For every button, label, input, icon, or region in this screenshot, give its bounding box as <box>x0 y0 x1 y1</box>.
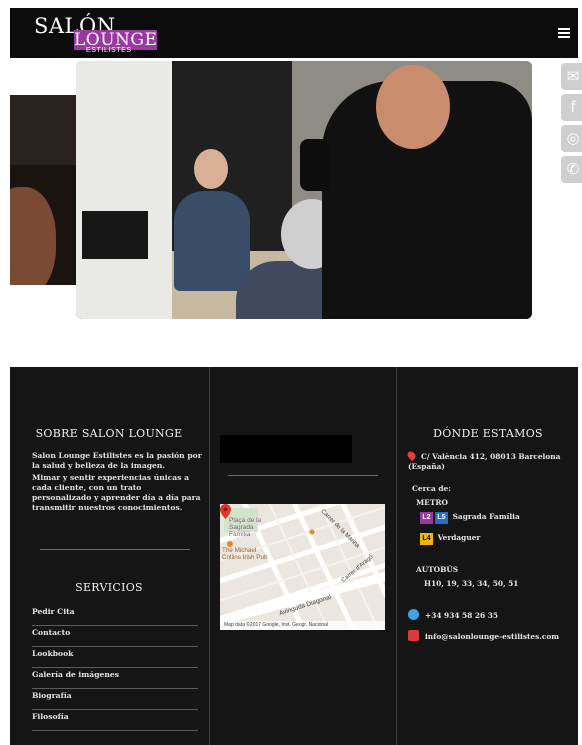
metro-l4-icon: L4 <box>420 533 433 545</box>
redacted-block <box>220 435 352 463</box>
metro-line-1: L2 L5 Sagrada Família <box>420 512 520 524</box>
divider <box>40 549 190 550</box>
phone-icon[interactable]: ✆ <box>561 156 582 183</box>
metro-station-2: Verdaguer <box>437 533 481 542</box>
seated-client-head <box>194 149 228 189</box>
services-link-lookbook[interactable]: Lookbook <box>32 647 198 668</box>
footer-location-column: DÓNDE ESTAMOS C/ València 412, 08013 Bar… <box>398 367 578 745</box>
map-marker-icon[interactable] <box>220 504 231 519</box>
salon-shelf <box>10 95 76 165</box>
carousel-active-slide[interactable] <box>76 61 532 319</box>
services-link-filosofia[interactable]: Filosofía <box>32 710 198 731</box>
near-label: Cerca de: <box>412 484 451 493</box>
menu-bar <box>558 32 570 34</box>
metro-label: METRO <box>416 498 448 507</box>
services-link-pedir-cita[interactable]: Pedir Cita <box>32 605 198 626</box>
bus-label: AUTOBÚS <box>416 565 459 574</box>
map-label-plaza: Plaça de la Sagrada Família <box>229 517 262 538</box>
social-side-bar: ✉ f ◎ ✆ <box>561 63 582 187</box>
email-row[interactable]: info@salonlounge-estilistes.com <box>408 630 559 642</box>
seated-client <box>174 191 250 291</box>
phone-icon <box>408 609 419 620</box>
email-address: info@salonlounge-estilistes.com <box>425 632 560 641</box>
slide-wall-left <box>76 61 172 319</box>
mail-icon[interactable]: ✉ <box>561 63 582 90</box>
site-logo[interactable]: SALÓN LOUNGE ESTILISTES <box>34 12 158 54</box>
phone-row[interactable]: +34 934 58 26 35 <box>408 609 498 621</box>
services-list: Pedir Cita Contacto Lookbook Galería de … <box>32 605 198 731</box>
services-title: SERVICIOS <box>75 581 143 594</box>
slide-products-shelf <box>82 211 148 259</box>
logo-line-3: ESTILISTES <box>86 47 132 54</box>
location-pin-icon <box>405 449 418 462</box>
metro-station-1: Sagrada Família <box>452 512 520 521</box>
services-link-biografia[interactable]: Biografía <box>32 689 198 710</box>
phone-number: +34 934 58 26 35 <box>425 611 499 620</box>
footer-about-column: SOBRE SALON LOUNGE Salon Lounge Estilist… <box>10 367 208 745</box>
barber-head <box>376 65 450 149</box>
menu-bar <box>558 28 570 30</box>
menu-bar <box>558 36 570 38</box>
hair-dryer <box>300 139 330 191</box>
map-label-pub: The Michael Collins Irish Pub <box>222 547 268 561</box>
map-credit: Map data ©2017 Google, Inst. Geogr. Naci… <box>220 621 385 630</box>
bus-lines: H10, 19, 33, 34, 50, 51 <box>424 579 519 588</box>
about-paragraph-2: Mimar y sentir experiencias únicas a cad… <box>32 473 201 512</box>
services-link-galeria[interactable]: Galería de imágenes <box>32 668 198 689</box>
instagram-icon[interactable]: ◎ <box>561 125 582 152</box>
about-text: Salon Lounge Estilistes es la pasión por… <box>32 451 202 515</box>
site-header: SALÓN LOUNGE ESTILISTES <box>10 8 578 58</box>
hamburger-menu-icon[interactable] <box>558 28 570 38</box>
address-text: C/ València 412, 08013 Barcelona (España… <box>408 452 561 471</box>
divider <box>228 475 378 476</box>
metro-l2-icon: L2 <box>420 512 433 524</box>
facebook-icon[interactable]: f <box>561 94 582 121</box>
about-paragraph-1: Salon Lounge Estilistes es la pasión por… <box>32 451 202 470</box>
footer-map-column: Plaça de la Sagrada Família The Michael … <box>209 367 397 745</box>
metro-line-2: L4 Verdaguer <box>420 533 480 545</box>
email-icon <box>408 630 419 641</box>
site-footer: SOBRE SALON LOUNGE Salon Lounge Estilist… <box>10 367 578 745</box>
where-title: DÓNDE ESTAMOS <box>433 427 543 440</box>
location-map[interactable]: Plaça de la Sagrada Família The Michael … <box>220 504 385 630</box>
services-link-contacto[interactable]: Contacto <box>32 626 198 647</box>
woman-face-photo <box>10 187 56 285</box>
about-title: SOBRE SALON LOUNGE <box>35 427 183 440</box>
carousel-previous-slide[interactable] <box>10 95 76 285</box>
metro-l5-icon: L5 <box>435 512 448 524</box>
address-block: C/ València 412, 08013 Barcelona (España… <box>405 449 576 472</box>
